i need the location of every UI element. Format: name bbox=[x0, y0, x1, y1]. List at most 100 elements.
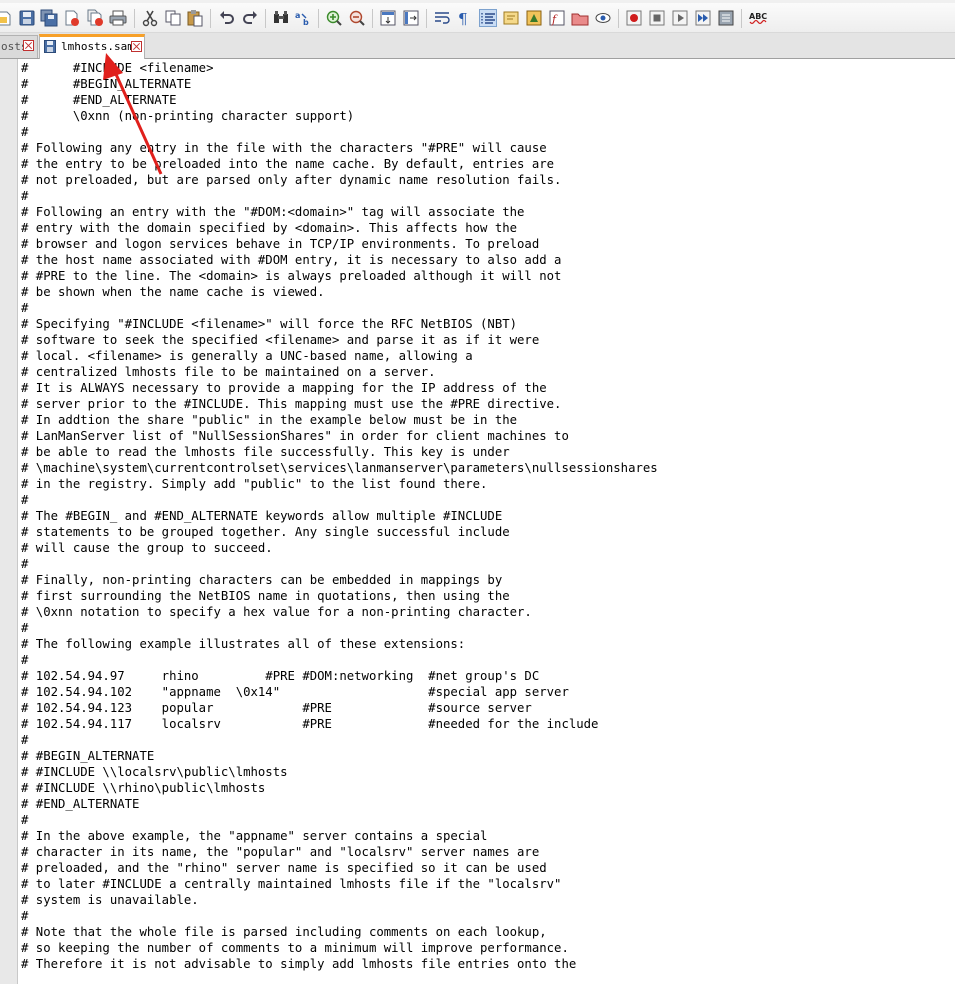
code-line[interactable]: # Following an entry with the "#DOM:<dom… bbox=[21, 204, 658, 220]
code-line[interactable]: # Following any entry in the file with t… bbox=[21, 140, 658, 156]
code-line[interactable]: # #INCLUDE <filename> bbox=[21, 60, 658, 76]
code-line[interactable]: # be shown when the name cache is viewed… bbox=[21, 284, 658, 300]
code-line[interactable]: # Therefore it is not advisable to simpl… bbox=[21, 956, 658, 972]
toolbar-separator bbox=[426, 9, 427, 28]
code-line[interactable]: # Finally, non-printing characters can b… bbox=[21, 572, 658, 588]
code-line[interactable]: # bbox=[21, 556, 658, 572]
code-line[interactable]: # In the above example, the "appname" se… bbox=[21, 828, 658, 844]
toolbar-separator bbox=[372, 9, 373, 28]
code-line[interactable]: # bbox=[21, 124, 658, 140]
copy-icon[interactable] bbox=[164, 9, 182, 27]
code-line[interactable]: # bbox=[21, 732, 658, 748]
monitor-icon[interactable] bbox=[594, 9, 612, 27]
run-macro-multiple-icon[interactable] bbox=[694, 9, 712, 27]
code-line[interactable]: # Note that the whole file is parsed inc… bbox=[21, 924, 658, 940]
code-line[interactable]: # bbox=[21, 492, 658, 508]
code-line[interactable]: # 102.54.94.102 "appname \0x14" #special… bbox=[21, 684, 658, 700]
code-line[interactable]: # #BEGIN_ALTERNATE bbox=[21, 748, 658, 764]
print-icon[interactable] bbox=[109, 9, 127, 27]
folder-workspace-icon[interactable] bbox=[571, 9, 589, 27]
tab-lmhosts-sam[interactable]: lmhosts.sam bbox=[39, 34, 145, 59]
code-line[interactable]: # first surrounding the NetBIOS name in … bbox=[21, 588, 658, 604]
replace-icon[interactable]: ab bbox=[294, 9, 312, 27]
code-line[interactable]: # in the registry. Simply add "public" t… bbox=[21, 476, 658, 492]
code-line[interactable]: # #PRE to the line. The <domain> is alwa… bbox=[21, 268, 658, 284]
code-line[interactable]: # server prior to the #INCLUDE. This map… bbox=[21, 396, 658, 412]
doc-map-icon[interactable] bbox=[525, 9, 543, 27]
new-icon[interactable] bbox=[0, 9, 18, 27]
code-line[interactable]: # #BEGIN_ALTERNATE bbox=[21, 76, 658, 92]
undo-icon[interactable] bbox=[218, 9, 236, 27]
save-macro-icon[interactable] bbox=[717, 9, 735, 27]
paste-icon[interactable] bbox=[186, 9, 204, 27]
code-line[interactable]: # \0xnn (non-printing character support) bbox=[21, 108, 658, 124]
tab-bar: osts lmhosts.sam bbox=[0, 33, 955, 59]
code-line[interactable]: # bbox=[21, 812, 658, 828]
find-icon[interactable] bbox=[272, 9, 290, 27]
editor-content[interactable]: # #INCLUDE <filename> # #BEGIN_ALTERNATE #… bbox=[21, 60, 658, 972]
code-line[interactable]: # The following example illustrates all … bbox=[21, 636, 658, 652]
code-line[interactable]: # to later #INCLUDE a centrally maintain… bbox=[21, 876, 658, 892]
code-line[interactable]: # LanManServer list of "NullSessionShare… bbox=[21, 428, 658, 444]
record-macro-icon[interactable] bbox=[625, 9, 643, 27]
code-line[interactable]: # bbox=[21, 908, 658, 924]
code-line[interactable]: # software to seek the specified <filena… bbox=[21, 332, 658, 348]
code-line[interactable]: # 102.54.94.117 localsrv #PRE #needed fo… bbox=[21, 716, 658, 732]
text-editor[interactable]: # #INCLUDE <filename> # #BEGIN_ALTERNATE #… bbox=[0, 59, 955, 984]
zoom-out-icon[interactable] bbox=[348, 9, 366, 27]
code-line[interactable]: # preloaded, and the "rhino" server name… bbox=[21, 860, 658, 876]
code-line[interactable]: # system is unavailable. bbox=[21, 892, 658, 908]
close-icon[interactable] bbox=[23, 40, 34, 51]
cut-icon[interactable] bbox=[141, 9, 159, 27]
toolbar-separator bbox=[134, 9, 135, 28]
save-icon[interactable] bbox=[18, 9, 36, 27]
code-line[interactable]: # In addtion the share "public" in the e… bbox=[21, 412, 658, 428]
code-line[interactable]: # bbox=[21, 300, 658, 316]
function-list-icon[interactable]: f bbox=[548, 9, 566, 27]
code-line[interactable]: # The #BEGIN_ and #END_ALTERNATE keyword… bbox=[21, 508, 658, 524]
code-line[interactable]: # 102.54.94.123 popular #PRE #source ser… bbox=[21, 700, 658, 716]
code-line[interactable]: # Specifying "#INCLUDE <filename>" will … bbox=[21, 316, 658, 332]
code-line[interactable]: # centralized lmhosts file to be maintai… bbox=[21, 364, 658, 380]
code-line[interactable]: # bbox=[21, 652, 658, 668]
code-line[interactable]: # be able to read the lmhosts file succe… bbox=[21, 444, 658, 460]
code-line[interactable]: # will cause the group to succeed. bbox=[21, 540, 658, 556]
code-line[interactable]: # entry with the domain specified by <do… bbox=[21, 220, 658, 236]
code-line[interactable]: # #END_ALTERNATE bbox=[21, 796, 658, 812]
code-line[interactable]: # \machine\system\currentcontrolset\serv… bbox=[21, 460, 658, 476]
stop-macro-icon[interactable] bbox=[648, 9, 666, 27]
code-line[interactable]: # browser and logon services behave in T… bbox=[21, 236, 658, 252]
code-line[interactable]: # It is ALWAYS necessary to provide a ma… bbox=[21, 380, 658, 396]
spellcheck-icon[interactable]: ABC bbox=[748, 9, 770, 27]
code-line[interactable]: # 102.54.94.97 rhino #PRE #DOM:networkin… bbox=[21, 668, 658, 684]
sync-horizontal-icon[interactable] bbox=[402, 9, 420, 27]
code-line[interactable]: # bbox=[21, 620, 658, 636]
close-all-icon[interactable] bbox=[86, 9, 104, 27]
zoom-in-icon[interactable] bbox=[325, 9, 343, 27]
code-line[interactable]: # #END_ALTERNATE bbox=[21, 92, 658, 108]
save-all-icon[interactable] bbox=[40, 9, 58, 27]
code-line[interactable]: # so keeping the number of comments to a… bbox=[21, 940, 658, 956]
code-line[interactable]: # not preloaded, but are parsed only aft… bbox=[21, 172, 658, 188]
code-line[interactable]: # the host name associated with #DOM ent… bbox=[21, 252, 658, 268]
sync-vertical-icon[interactable] bbox=[379, 9, 397, 27]
code-line[interactable]: # #INCLUDE \\rhino\public\lmhosts bbox=[21, 780, 658, 796]
word-wrap-icon[interactable] bbox=[433, 9, 451, 27]
code-line[interactable]: # statements to be grouped together. Any… bbox=[21, 524, 658, 540]
code-line[interactable]: # local. <filename> is generally a UNC-b… bbox=[21, 348, 658, 364]
code-line[interactable]: # #INCLUDE \\localsrv\public\lmhosts bbox=[21, 764, 658, 780]
tab-hosts[interactable]: osts bbox=[0, 35, 38, 58]
code-line[interactable]: # bbox=[21, 188, 658, 204]
play-macro-icon[interactable] bbox=[671, 9, 689, 27]
close-icon[interactable] bbox=[131, 41, 142, 52]
show-all-chars-icon[interactable]: ¶ bbox=[455, 9, 473, 27]
close-icon[interactable] bbox=[63, 9, 81, 27]
fold-margin[interactable] bbox=[0, 59, 18, 984]
indent-guide-icon[interactable] bbox=[479, 9, 497, 27]
code-line[interactable]: # the entry to be preloaded into the nam… bbox=[21, 156, 658, 172]
code-line[interactable]: # \0xnn notation to specify a hex value … bbox=[21, 604, 658, 620]
user-lang-icon[interactable] bbox=[502, 9, 520, 27]
code-line[interactable]: # character in its name, the "popular" a… bbox=[21, 844, 658, 860]
toolbar-separator bbox=[741, 9, 742, 28]
redo-icon[interactable] bbox=[241, 9, 259, 27]
